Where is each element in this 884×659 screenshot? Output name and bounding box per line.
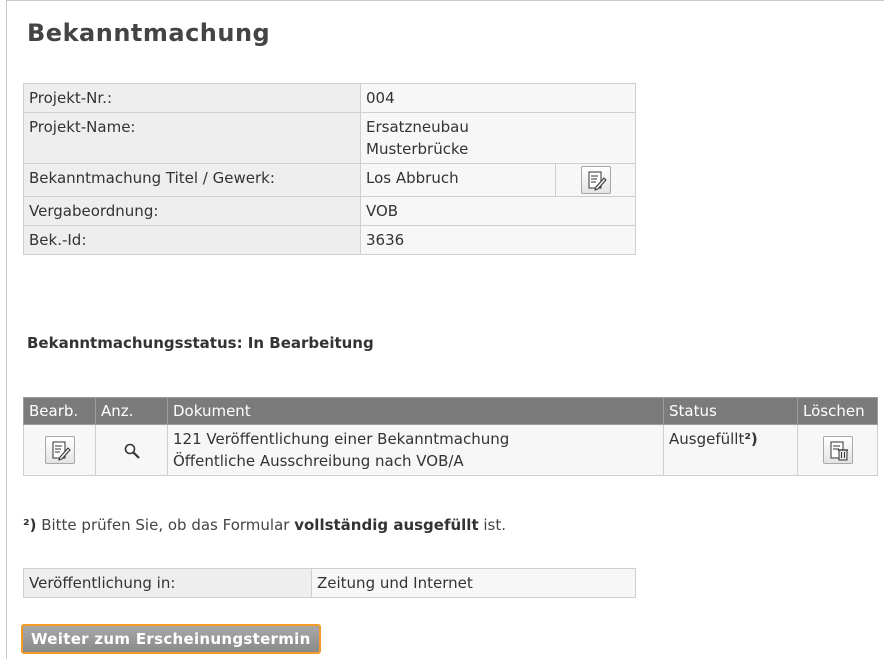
document-view-cell [95,424,168,476]
info-value: 004 [360,83,636,113]
edit-document-icon [52,441,71,461]
document-delete-cell [797,424,878,476]
col-header-delete: Löschen [797,397,878,425]
next-to-publication-date-button[interactable]: Weiter zum Erscheinungstermin [21,624,321,654]
document-edit-cell [23,424,96,476]
info-row-project-number: Projekt-Nr.: 004 [23,83,636,113]
delete-document-icon [830,441,848,461]
info-label: Vergabeordnung: [23,196,361,226]
document-name-cell: 121 Veröffentlichung einer Bekanntmachun… [167,424,664,476]
info-row-title: Bekanntmachung Titel / Gewerk: Los Abbru… [23,163,636,197]
info-label: Projekt-Name: [23,112,361,164]
info-row-project-name: Projekt-Name: Ersatzneubau Musterbrücke [23,112,636,164]
col-header-edit: Bearb. [23,397,96,425]
edit-document-button[interactable] [44,436,75,464]
info-value: Los Abbruch [360,163,556,197]
footnote-marker: ²) [23,516,37,534]
document-status: Ausgefüllt [669,430,745,448]
edit-document-icon [588,171,607,191]
note-text-end: ist. [478,516,507,534]
publication-table: Veröffentlichung in: Zeitung und Interne… [23,568,636,598]
info-label: Projekt-Nr.: [23,83,361,113]
document-subtitle: Öffentliche Ausschreibung nach VOB/A [173,452,464,470]
note-emphasis: vollständig ausgefüllt [294,516,479,534]
announcement-status: Bekanntmachungsstatus: In Bearbeitung [27,334,374,352]
form-check-note: ²) Bitte prüfen Sie, ob das Formular vol… [23,516,506,534]
content-frame: Bekanntmachung Projekt-Nr.: 004 Projekt-… [6,0,884,659]
documents-header-row: Bearb. Anz. Dokument Status Löschen [23,397,878,425]
info-label: Bek.-Id: [23,225,361,255]
info-value: VOB [360,196,636,226]
info-value: 3636 [360,225,636,255]
delete-document-button[interactable] [822,436,853,464]
note-text: Bitte prüfen Sie, ob das Formular [36,516,295,534]
info-row-announcement-id: Bek.-Id: 3636 [23,225,636,255]
document-title: 121 Veröffentlichung einer Bekanntmachun… [173,430,510,448]
publication-row: Veröffentlichung in: Zeitung und Interne… [23,568,636,598]
publication-value: Zeitung und Internet [311,568,636,598]
col-header-view: Anz. [95,397,168,425]
magnifier-icon[interactable] [123,442,141,460]
col-header-document: Dokument [167,397,664,425]
documents-table: Bearb. Anz. Dokument Status Löschen 121 … [23,397,878,476]
project-info-table: Projekt-Nr.: 004 Projekt-Name: Ersatzneu… [23,83,636,255]
document-row: 121 Veröffentlichung einer Bekanntmachun… [23,424,878,476]
info-label: Bekanntmachung Titel / Gewerk: [23,163,361,197]
project-name-text: Ersatzneubau Musterbrücke [366,118,469,158]
publication-label: Veröffentlichung in: [23,568,312,598]
col-header-status: Status [663,397,798,425]
document-status-cell: Ausgefüllt²) [663,424,798,476]
page-title: Bekanntmachung [27,19,271,47]
footnote-marker: ²) [744,430,758,448]
info-value: Ersatzneubau Musterbrücke [360,112,636,164]
title-edit-cell [555,163,636,197]
edit-title-button[interactable] [580,166,611,194]
info-row-award-regulation: Vergabeordnung: VOB [23,196,636,226]
